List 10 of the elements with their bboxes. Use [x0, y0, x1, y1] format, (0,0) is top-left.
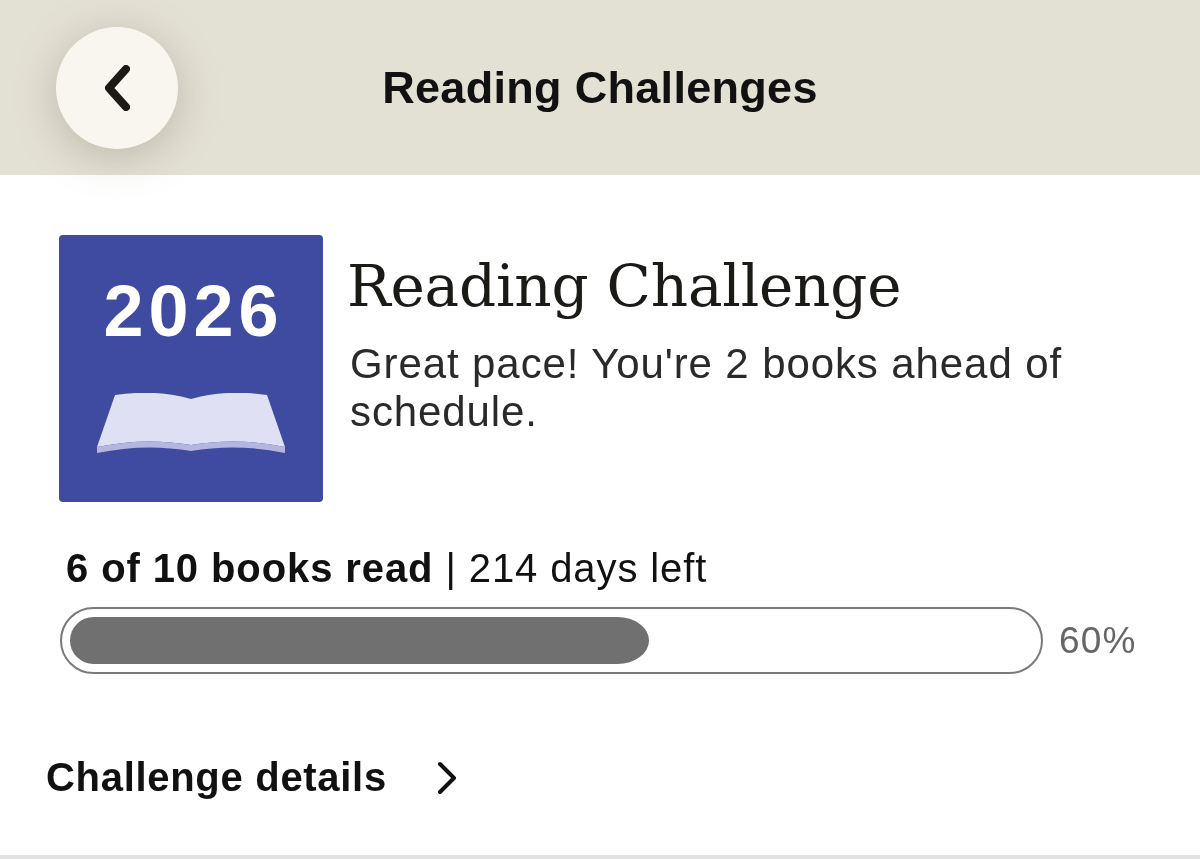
challenge-message: Great pace! You're 2 books ahead of schedule. — [350, 339, 1064, 436]
cover-year: 2026 — [102, 275, 284, 347]
chevron-icon — [436, 760, 457, 795]
page-title: Reading Challenges — [382, 61, 818, 114]
challenge-details-link[interactable]: Challenge details — [46, 755, 457, 800]
progress-percent: 60% — [1059, 619, 1137, 662]
progress-summary: 6 of 10 books read | 214 days left — [66, 545, 709, 591]
challenge-title: Reading Challenge — [347, 255, 903, 319]
open-book-icon — [95, 393, 287, 455]
back-icon — [104, 64, 130, 111]
